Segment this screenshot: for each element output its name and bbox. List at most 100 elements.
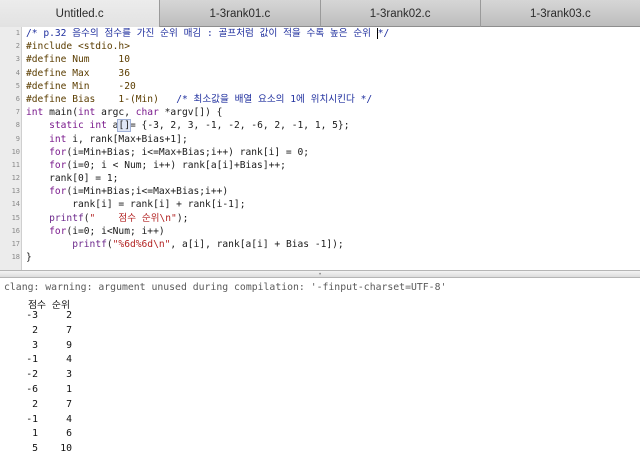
code-token: argc, xyxy=(95,107,136,119)
code-text: int i, rank[Max+Bias+1]; xyxy=(26,133,188,146)
code-line[interactable]: 16 for(i=0; i<Num; i++) xyxy=(0,225,640,238)
compiler-warning: clang: warning: argument unused during c… xyxy=(4,282,447,293)
line-number: 1 xyxy=(15,29,20,37)
tab-label: 1-3rank01.c xyxy=(209,7,271,20)
code-line[interactable]: 17 printf("%6d%6d\n", a[i], rank[a[i] + … xyxy=(0,238,640,251)
line-number: 15 xyxy=(11,213,20,222)
code-line[interactable]: 6 #define Bias 1-(Min) /* 최소값을 배열 요소의 1에 … xyxy=(0,93,640,106)
code-line[interactable]: 4 #define Max 36 xyxy=(0,67,640,80)
code-token: for xyxy=(49,186,67,198)
output-row: 39 xyxy=(0,339,120,354)
score-value: 2 xyxy=(32,398,38,410)
code-token: i, rank[Max+Bias+1]; xyxy=(66,133,188,145)
code-line[interactable]: 10 for(i=Min+Bias; i<=Max+Bias;i++) rank… xyxy=(0,146,640,159)
code-text: } xyxy=(26,251,32,264)
rank-value: 2 xyxy=(66,310,72,321)
code-token: printf xyxy=(72,239,107,250)
score-value: -3 xyxy=(26,310,38,321)
code-text: for(i=Min+Bias;i<=Max+Bias;i++) xyxy=(26,185,228,198)
code-text: rank[0] = 1; xyxy=(26,172,118,185)
line-number: 2 xyxy=(15,42,20,51)
code-line[interactable]: 13 for(i=Min+Bias;i<=Max+Bias;i++) xyxy=(0,185,640,198)
tab-rank01[interactable]: 1-3rank01.c xyxy=(160,0,321,27)
code-text: printf("%6d%6d\n", a[i], rank[a[i] + Bia… xyxy=(26,238,344,251)
code-token: ); xyxy=(176,212,189,224)
code-lines[interactable]: 1 /* p.32 음수의 점수를 가진 순위 매김 : 골프처럼 값이 적을 수… xyxy=(0,27,640,264)
rank-value: 4 xyxy=(66,413,72,425)
code-token: [] xyxy=(117,119,131,133)
code-line[interactable]: 5 #define Min -20 xyxy=(0,80,640,93)
rank-value: 7 xyxy=(66,324,72,336)
output-row: -1 4 xyxy=(0,413,120,428)
code-token: rank[i] = rank[i] + rank[i-1]; xyxy=(26,199,246,211)
output-rows: -3 2 2 7 3 9 -1 4 -2 3 -6 1 2 7 -1 4 1 6 5 10 xyxy=(0,309,120,451)
code-text: #define Num 10 xyxy=(26,53,130,66)
code-token: #define Max 36 xyxy=(26,67,130,79)
code-line[interactable]: 14 rank[i] = rank[i] + rank[i-1]; xyxy=(0,198,640,211)
tab-label: 1-3rank02.c xyxy=(369,7,431,20)
code-text: #include <stdio.h> xyxy=(26,40,130,53)
code-text: static int a[]= {-3, 2, 3, -1, -2, -6, 2… xyxy=(26,119,350,133)
splitter-grip-icon[interactable]: • xyxy=(317,272,323,278)
rank-value: 10 xyxy=(60,443,72,451)
code-token: #include <stdio.h> xyxy=(26,41,130,53)
code-token: printf xyxy=(49,212,84,224)
line-number: 5 xyxy=(15,81,20,90)
code-line[interactable]: 15 printf(" 점수 순위\n"); xyxy=(0,212,640,225)
code-token: /* 최소값을 배열 요소의 1에 위치시킨다 */ xyxy=(176,93,373,105)
line-number: 8 xyxy=(15,121,20,130)
code-token: (i=Min+Bias; i<=Max+Bias;i++) rank[i] = … xyxy=(66,146,310,158)
line-number: 4 xyxy=(15,68,20,77)
code-token: (i=0; i<Num; i++) xyxy=(66,225,165,237)
code-token: } xyxy=(26,252,32,264)
pane-splitter[interactable]: • xyxy=(0,270,640,278)
rank-value: 1 xyxy=(66,383,72,395)
code-token: , a[i], rank[a[i] + Bias -1]); xyxy=(170,239,344,250)
code-line[interactable]: 7 int main(int argc, char *argv[]) { xyxy=(0,106,640,119)
code-line[interactable]: 9 int i, rank[Max+Bias+1]; xyxy=(0,133,640,146)
code-text: rank[i] = rank[i] + rank[i-1]; xyxy=(26,198,246,211)
score-value: 5 xyxy=(32,443,38,451)
code-token: int xyxy=(26,107,44,119)
code-token: *argv[]) { xyxy=(158,107,223,119)
code-line[interactable]: 18} xyxy=(0,251,640,264)
output-row: -2 3 xyxy=(0,368,120,383)
code-token: for xyxy=(49,159,67,171)
code-line[interactable]: 2 #include <stdio.h> xyxy=(0,40,640,53)
line-number: 7 xyxy=(15,108,20,117)
tab-untitled[interactable]: Untitled.c xyxy=(0,0,161,27)
rank-value: 3 xyxy=(66,369,72,381)
line-number: 16 xyxy=(11,226,20,235)
code-text: printf(" 점수 순위\n"); xyxy=(26,212,188,225)
code-text: int main(int argc, char *argv[]) { xyxy=(26,106,222,119)
code-token: char xyxy=(135,107,159,119)
code-token: #define Min -20 xyxy=(26,80,136,92)
code-editor[interactable]: 1 /* p.32 음수의 점수를 가진 순위 매김 : 골프처럼 값이 적을 수… xyxy=(0,27,640,270)
tab-rank03[interactable]: 1-3rank03.c xyxy=(481,0,640,27)
code-token: (i=Min+Bias;i<=Max+Bias;i++) xyxy=(66,186,229,198)
code-line[interactable]: 3 #define Num 10 xyxy=(0,53,640,66)
code-token: for xyxy=(49,146,67,158)
code-text: for(i=Min+Bias; i<=Max+Bias;i++) rank[i]… xyxy=(26,146,309,159)
code-line[interactable]: 8 static int a[]= {-3, 2, 3, -1, -2, -6,… xyxy=(0,119,640,133)
code-text: for(i=0; i<Num; i++) xyxy=(26,225,165,238)
score-value: 3 xyxy=(32,339,38,351)
code-line[interactable]: 1 /* p.32 음수의 점수를 가진 순위 매김 : 골프처럼 값이 적을 수… xyxy=(0,27,640,40)
output-row: 5 10 xyxy=(0,442,120,451)
code-token: a xyxy=(106,120,119,132)
line-number: 6 xyxy=(15,94,20,103)
tab-bar: Untitled.c 1-3rank01.c 1-3rank02.c 1-3ra… xyxy=(0,0,640,27)
rank-value: 7 xyxy=(66,398,72,410)
code-token: = {-3, 2, 3, -1, -2, -6, 2, -1, 1, 5}; xyxy=(130,120,350,132)
code-line[interactable]: 12 rank[0] = 1; xyxy=(0,172,640,185)
code-token: " 점수 순위\n" xyxy=(89,212,177,224)
output-row: 27 xyxy=(0,324,120,339)
line-number: 3 xyxy=(15,55,20,64)
tab-rank02[interactable]: 1-3rank02.c xyxy=(321,0,481,27)
code-line[interactable]: 11 for(i=0; i < Num; i++) rank[a[i]+Bias… xyxy=(0,159,640,172)
